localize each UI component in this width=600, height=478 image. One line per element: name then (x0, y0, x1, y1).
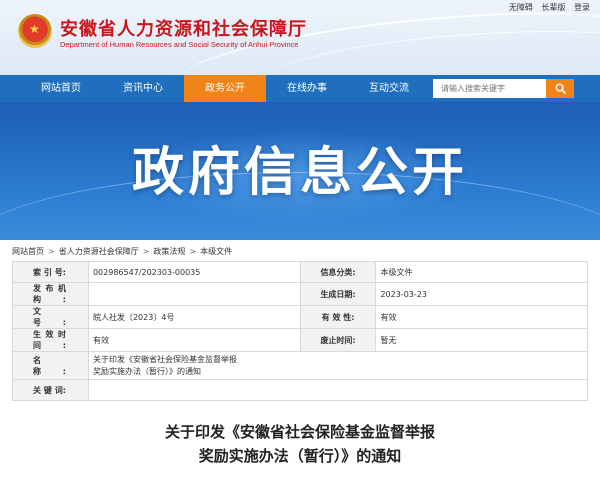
article-title-line: 奖励实施办法（暂行）》的通知 (198, 447, 402, 465)
doc-name-line: 奖励实施办法（暂行）》的通知 (92, 367, 201, 376)
date-value: 2023-03-23 (375, 282, 588, 306)
category-label: 信息分类: (299, 261, 377, 283)
accessibility-link[interactable]: 无障碍 (509, 3, 533, 12)
date-label: 生成日期: (299, 282, 377, 306)
table-row: 索 引 号: 002986547/202303-00035 信息分类: 本级文件 (12, 261, 588, 283)
search-input[interactable] (433, 79, 546, 98)
nav-item-home[interactable]: 网站首页 (20, 75, 102, 102)
nav-item-interaction[interactable]: 互动交流 (348, 75, 430, 102)
breadcrumb-separator: > (48, 247, 55, 256)
index-label: 索 引 号: (12, 261, 89, 283)
table-row: 关 键 词: (12, 379, 589, 401)
breadcrumb-policy[interactable]: 政策法规 (153, 247, 185, 256)
keywords-label: 关 键 词: (12, 379, 89, 401)
publisher-label: 发布机构: (12, 282, 89, 306)
breadcrumb-home[interactable]: 网站首页 (12, 247, 44, 256)
doc-number-value: 皖人社发〔2023〕4号 (87, 305, 301, 329)
table-row: 文 号: 皖人社发〔2023〕4号 有 效 性: 有效 (12, 305, 588, 329)
nav-item-news[interactable]: 资讯中心 (102, 75, 184, 102)
site-title: 安徽省人力资源和社会保障厅 (60, 19, 307, 40)
table-row: 发布机构: 生成日期: 2023-03-23 (12, 282, 588, 306)
breadcrumb: 网站首页 > 省人力资源社会保障厅 > 政策法规 > 本级文件 (12, 246, 232, 257)
doc-name-value: 关于印发《安徽省社会保险基金监督举报 奖励实施办法（暂行）》的通知 (87, 351, 589, 380)
article-title: 关于印发《安徽省社会保险基金监督举报 奖励实施办法（暂行）》的通知 (0, 420, 600, 468)
banner-title: 政府信息公开 (131, 143, 468, 203)
top-links: 无障碍 长辈版 登录 (503, 2, 590, 13)
index-value: 002986547/202303-00035 (87, 261, 301, 283)
nav-item-gov-info[interactable]: 政务公开 (184, 75, 266, 102)
site-header: ★ 安徽省人力资源和社会保障厅 Department of Human Reso… (0, 0, 600, 75)
breadcrumb-separator: > (189, 247, 197, 256)
expiry-time-value: 暂无 (375, 328, 588, 352)
keywords-value (87, 379, 589, 401)
breadcrumb-department[interactable]: 省人力资源社会保障厅 (59, 247, 139, 256)
doc-name-label: 名 称: (12, 351, 89, 380)
table-row: 名 称: 关于印发《安徽省社会保险基金监督举报 奖励实施办法（暂行）》的通知 (12, 351, 589, 380)
site-subtitle: Department of Human Resources and Social… (60, 40, 299, 49)
expiry-time-label: 废止时间: (299, 328, 377, 352)
effective-time-label: 生效时间: (12, 328, 89, 352)
doc-name-line: 关于印发《安徽省社会保险基金监督举报 (92, 355, 237, 364)
document-info-table: 索 引 号: 002986547/202303-00035 信息分类: 本级文件… (12, 261, 589, 401)
table-row: 生效时间: 有效 废止时间: 暂无 (12, 328, 588, 352)
breadcrumb-separator: > (142, 247, 150, 256)
national-emblem-icon: ★ (18, 14, 52, 48)
nav-item-online-service[interactable]: 在线办事 (266, 75, 348, 102)
category-value: 本级文件 (375, 261, 588, 283)
search-icon (555, 83, 566, 94)
elder-version-link[interactable]: 长辈版 (541, 3, 565, 12)
search-button[interactable] (546, 79, 574, 98)
publisher-value (87, 282, 301, 306)
breadcrumb-current[interactable]: 本级文件 (200, 247, 232, 256)
validity-label: 有 效 性: (299, 305, 377, 329)
login-link[interactable]: 登录 (574, 3, 590, 12)
article-title-line: 关于印发《安徽省社会保险基金监督举报 (164, 423, 435, 441)
effective-time-value: 有效 (87, 328, 301, 352)
validity-value: 有效 (375, 305, 588, 329)
banner: 政府信息公开 (0, 102, 600, 240)
doc-number-label: 文 号: (12, 305, 89, 329)
